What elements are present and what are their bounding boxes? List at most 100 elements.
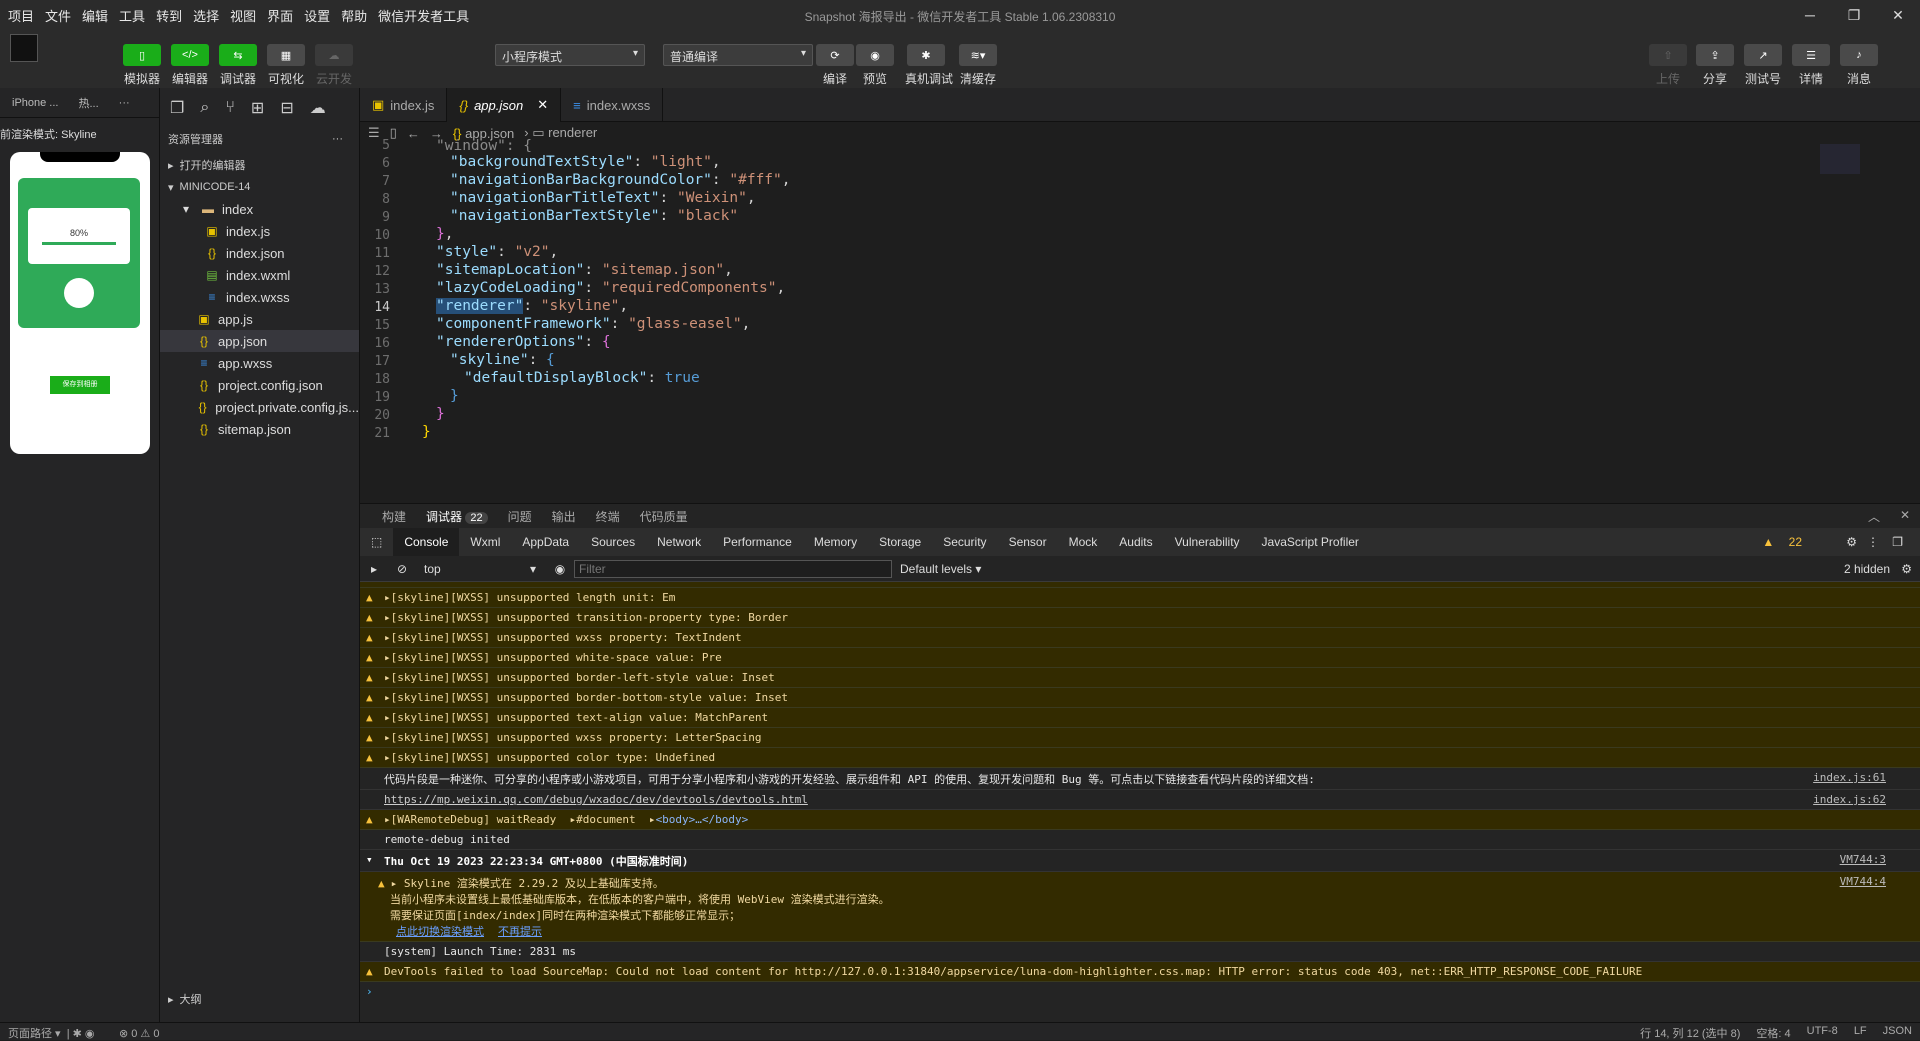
editor-button[interactable]: </> 编辑器 (169, 44, 211, 87)
tab-issues[interactable]: 问题 (508, 508, 532, 525)
dont-show-link[interactable]: 不再提示 (498, 925, 542, 938)
console-group[interactable]: ▾ Thu Oct 19 2023 22:23:34 GMT+0800 (中国标准… (360, 850, 1920, 872)
menu-goto[interactable]: 转到 (156, 6, 182, 25)
console-row[interactable]: ▲ ▸ [skyline][WXSS] unsupported wxss prop… (360, 628, 1920, 648)
console-row[interactable]: ▲ ▸ [skyline][WXSS] unsupported length un… (360, 588, 1920, 608)
clear-cache-button[interactable]: ≋▾ 清缓存 (957, 44, 999, 87)
tab-appdata[interactable]: AppData (511, 535, 580, 549)
close-icon[interactable]: ✕ (1900, 508, 1910, 522)
file-item[interactable]: ▣ app.js (160, 308, 359, 330)
project-section[interactable]: ▾ MINICODE-14 (160, 176, 359, 198)
upload-button[interactable]: ⇧ 上传 (1647, 44, 1689, 87)
console-row[interactable]: ▲ ▸ [skyline][WXSS] unsupported color typ… (360, 748, 1920, 768)
file-item[interactable]: {} sitemap.json (160, 418, 359, 440)
tab-audits[interactable]: Audits (1108, 535, 1163, 549)
test-account-button[interactable]: ↗ 测试号 (1742, 44, 1784, 87)
tab-index-js[interactable]: ▣ index.js (360, 88, 448, 122)
filter-input[interactable] (574, 559, 892, 578)
compile-button[interactable]: ⟳ 编译 (814, 44, 856, 87)
share-button[interactable]: ⇪ 分享 (1694, 44, 1736, 87)
menu-tools[interactable]: 工具 (119, 6, 145, 25)
eye-icon[interactable]: ◉ (546, 562, 574, 576)
tab-vulnerability[interactable]: Vulnerability (1164, 535, 1251, 549)
cursor-position[interactable]: 行 14, 列 12 (选中 8) (1640, 1025, 1740, 1041)
dock-icon[interactable]: ❐ (1881, 535, 1914, 549)
close-icon[interactable]: ✕ (537, 97, 548, 113)
indent-setting[interactable]: 空格: 4 (1756, 1025, 1790, 1041)
tab-js-profiler[interactable]: JavaScript Profiler (1251, 535, 1370, 549)
menu-edit[interactable]: 编辑 (82, 6, 108, 25)
context-select[interactable]: top ▾ (416, 562, 546, 576)
tab-wxml[interactable]: Wxml (459, 535, 511, 549)
source-link[interactable]: index.js:62 (1813, 793, 1886, 806)
tab-app-json[interactable]: {} app.json ✕ (447, 88, 562, 122)
storage-icon[interactable]: ⊟ (280, 98, 293, 118)
back-icon[interactable]: ← (407, 126, 420, 141)
gear-icon[interactable]: ⚙ (1901, 562, 1912, 576)
simulator-button[interactable]: ▯ 模拟器 (121, 44, 163, 87)
tab-debugger[interactable]: 调试器 22 (426, 508, 488, 525)
tab-memory[interactable]: Memory (803, 535, 868, 549)
breadcrumb-node[interactable]: › ▭ renderer (524, 125, 597, 141)
inspect-icon[interactable]: ⬚ (360, 535, 393, 549)
docs-link[interactable]: https://mp.weixin.qq.com/debug/wxadoc/de… (384, 793, 808, 806)
menu-wechat-devtools[interactable]: 微信开发者工具 (378, 6, 469, 25)
language-mode[interactable]: JSON (1883, 1025, 1912, 1041)
tab-output[interactable]: 输出 (552, 508, 576, 525)
console-row[interactable]: ▲ ▸ [skyline][WXSS] unsupported border-bo… (360, 688, 1920, 708)
file-item[interactable]: ≡ index.wxss (160, 286, 359, 308)
tab-code-quality[interactable]: 代码质量 (640, 508, 688, 525)
menu-settings[interactable]: 设置 (304, 6, 330, 25)
collapse-icon[interactable]: ︿ (1868, 508, 1880, 525)
switch-render-mode-link[interactable]: 点此切换渲染模式 (396, 925, 484, 938)
close-button[interactable]: ✕ (1876, 0, 1920, 30)
debugger-button[interactable]: ⇆ 调试器 (217, 44, 259, 87)
code-area[interactable]: 5 "window": { 6 "backgroundTextStyle": "li… (360, 138, 1920, 503)
menu-project[interactable]: 项目 (8, 6, 34, 25)
file-item[interactable]: ▤ index.wxml (160, 264, 359, 286)
menu-help[interactable]: 帮助 (341, 6, 367, 25)
menu-view[interactable]: 视图 (230, 6, 256, 25)
file-item[interactable]: {} project.private.config.js... (160, 396, 359, 418)
cloud-icon[interactable]: ☁ (310, 98, 326, 118)
tab-index-wxss[interactable]: ≡ index.wxss (561, 88, 664, 122)
mode-select[interactable]: 小程序模式 (495, 44, 645, 66)
minimap[interactable] (1820, 144, 1860, 174)
source-link[interactable]: index.js:61 (1813, 771, 1886, 784)
more-icon[interactable]: ··· (119, 97, 130, 109)
console-row[interactable]: ▲ ▸ [skyline][WXSS] unsupported white-spa… (360, 648, 1920, 668)
menu-ui[interactable]: 界面 (267, 6, 293, 25)
maximize-button[interactable]: ❐ (1832, 0, 1876, 30)
open-editors-section[interactable]: ▸ 打开的编辑器 (160, 154, 359, 176)
tab-performance[interactable]: Performance (712, 535, 803, 549)
hot-reload-select[interactable]: 热... (78, 95, 98, 111)
messages-button[interactable]: ♪ 消息 (1838, 44, 1880, 87)
bookmark-icon[interactable]: ▯ (390, 125, 397, 141)
sidebar-toggle-icon[interactable]: ▸ (360, 562, 388, 576)
avatar[interactable] (10, 34, 38, 62)
console-prompt[interactable]: › (360, 982, 1920, 1002)
compile-select[interactable]: 普通编译 (663, 44, 813, 66)
tab-storage[interactable]: Storage (868, 535, 932, 549)
menu-select[interactable]: 选择 (193, 6, 219, 25)
details-button[interactable]: ☰ 详情 (1790, 44, 1832, 87)
extensions-icon[interactable]: ⊞ (251, 98, 264, 118)
source-link[interactable]: VM744:4 (1840, 875, 1886, 888)
file-item[interactable]: ≡ app.wxss (160, 352, 359, 374)
tab-network[interactable]: Network (646, 535, 712, 549)
warning-count[interactable]: ▲ 22 (1751, 535, 1824, 549)
device-select[interactable]: iPhone ... (12, 97, 58, 109)
tab-mock[interactable]: Mock (1058, 535, 1109, 549)
phone-screen[interactable]: 80% 保存到相册 (10, 152, 150, 454)
outline-section[interactable]: ▸ 大纲 (160, 988, 202, 1010)
minimize-button[interactable]: ─ (1788, 0, 1832, 30)
cloud-button[interactable]: ☁ 云开发 (313, 44, 355, 87)
file-item[interactable]: {} app.json (160, 330, 359, 352)
git-icon[interactable]: ⑂ (225, 99, 235, 117)
eye-icon[interactable]: ◉ (85, 1028, 95, 1040)
preview-button[interactable]: ◉ 预览 (854, 44, 896, 87)
file-item[interactable]: ▣ index.js (160, 220, 359, 242)
real-debug-button[interactable]: ✱ 真机调试 (905, 44, 953, 87)
more-icon[interactable]: ··· (332, 133, 343, 145)
menu-file[interactable]: 文件 (45, 6, 71, 25)
